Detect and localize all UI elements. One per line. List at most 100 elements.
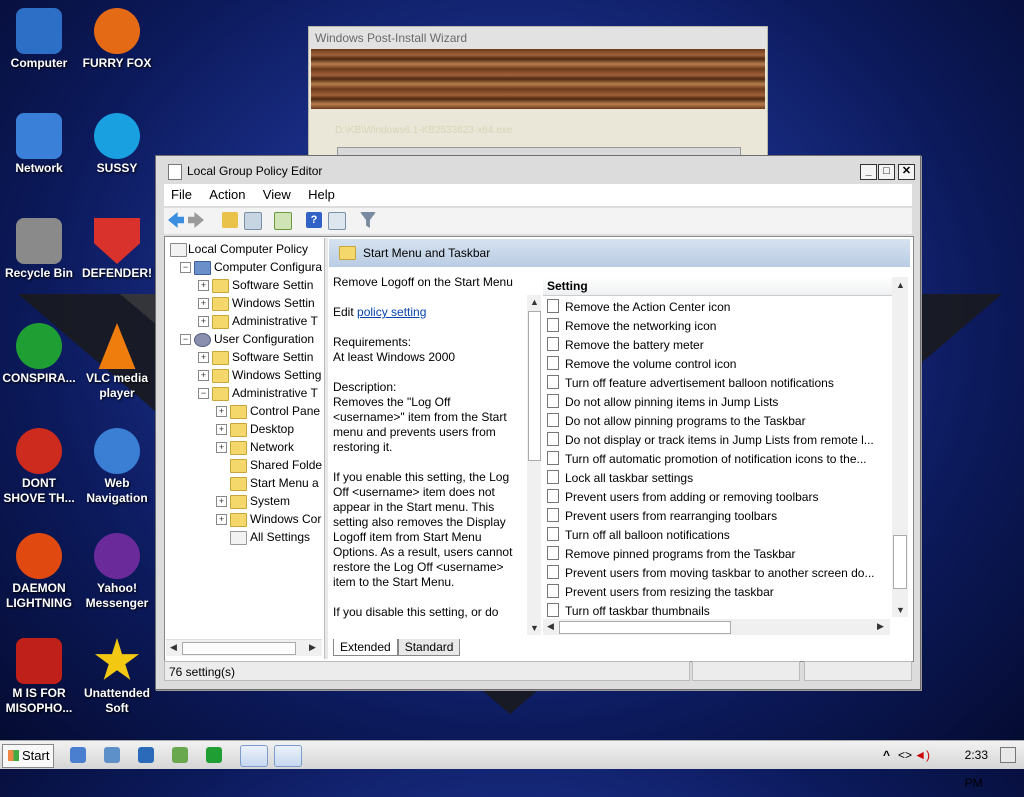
gpe-task-icon[interactable] (240, 745, 268, 767)
desktop-icon[interactable]: Network (0, 113, 78, 176)
tab-extended[interactable]: Extended (333, 639, 398, 656)
setting-row[interactable]: Remove the battery meter (545, 336, 889, 355)
setting-row[interactable]: Do not allow pinning items in Jump Lists (545, 393, 889, 412)
start-button[interactable]: Start (2, 744, 54, 768)
setting-row[interactable]: Turn off all balloon notifications (545, 526, 889, 545)
flag-icon[interactable] (1000, 747, 1016, 763)
tab-standard[interactable]: Standard (397, 639, 461, 656)
tree-hscroll[interactable]: ◀ ▶ (166, 639, 322, 656)
expand-icon[interactable]: + (216, 424, 227, 435)
ie-icon[interactable] (70, 747, 86, 763)
network-icon[interactable]: <> (898, 741, 912, 769)
expand-icon[interactable]: + (198, 316, 209, 327)
expand-icon[interactable]: + (198, 298, 209, 309)
up-folder-icon[interactable] (222, 212, 238, 228)
utorrent-icon[interactable] (206, 747, 222, 763)
expand-icon[interactable]: + (198, 280, 209, 291)
scroll-up-icon[interactable]: ▲ (896, 280, 905, 290)
setting-row[interactable]: Remove the volume control icon (545, 355, 889, 374)
wizard-window[interactable]: Windows Post-Install Wizard D:\KB\Window… (308, 26, 768, 160)
setting-row[interactable]: Turn off feature advertisement balloon n… (545, 374, 889, 393)
back-icon[interactable] (168, 212, 184, 228)
gpe-titlebar[interactable]: Local Group Policy Editor _ □ ✕ (160, 161, 915, 181)
policy-setting-icon (547, 527, 559, 541)
desktop-icon[interactable]: Web Navigation (78, 428, 156, 506)
notepad-icon[interactable] (172, 747, 188, 763)
setting-row[interactable]: Remove pinned programs from the Taskbar (545, 545, 889, 564)
scroll-right-icon[interactable]: ▶ (309, 642, 316, 653)
settings-hscroll[interactable]: ◀ ▶ (543, 619, 890, 635)
desktop-icon[interactable]: Computer (0, 8, 78, 71)
desktop-icon[interactable]: SUSSY (78, 113, 156, 176)
tree-node-label: Administrative T (232, 314, 318, 328)
policy-setting-link[interactable]: policy setting (357, 305, 426, 319)
expand-icon[interactable]: + (216, 442, 227, 453)
column-header-setting[interactable]: Setting (543, 277, 894, 296)
scroll-right-icon[interactable]: ▶ (877, 621, 884, 632)
app-task-icon[interactable] (274, 745, 302, 767)
setting-row[interactable]: Lock all taskbar settings (545, 469, 889, 488)
setting-row[interactable]: Remove the networking icon (545, 317, 889, 336)
menu-help[interactable]: Help (301, 184, 342, 205)
desktop-icon[interactable]: DONT SHOVE TH... (0, 428, 78, 506)
scroll-down-icon[interactable]: ▼ (530, 623, 539, 633)
setting-row[interactable]: Prevent users from moving taskbar to ano… (545, 564, 889, 583)
desktop-icon[interactable]: M IS FOR MISOPHO... (0, 638, 78, 716)
setting-row[interactable]: Remove the Action Center icon (545, 298, 889, 317)
setting-row[interactable]: Turn off automatic promotion of notifica… (545, 450, 889, 469)
collapse-icon[interactable]: − (180, 262, 191, 273)
pane-splitter[interactable] (324, 238, 328, 659)
close-button[interactable]: ✕ (898, 164, 915, 180)
desktop-icon[interactable]: VLC media player (78, 323, 156, 401)
scroll-left-icon[interactable]: ◀ (547, 621, 554, 632)
expand-icon[interactable]: + (198, 370, 209, 381)
desktop-icon[interactable]: CONSPIRA... (0, 323, 78, 386)
collapse-icon[interactable]: − (180, 334, 191, 345)
setting-row[interactable]: Prevent users from adding or removing to… (545, 488, 889, 507)
desktop-icon[interactable]: DEFENDER! (78, 218, 156, 281)
properties-icon[interactable] (328, 212, 346, 230)
forward-icon[interactable] (188, 212, 204, 228)
extended-vscroll-thumb[interactable] (528, 311, 541, 461)
desktop-icon[interactable]: FURRY FOX (78, 8, 156, 71)
search-icon[interactable] (138, 747, 154, 763)
help-icon[interactable]: ? (306, 212, 322, 228)
tree-node-label: Shared Folde (250, 458, 322, 472)
volume-icon[interactable]: ◄) (914, 741, 930, 769)
expand-icon[interactable]: + (216, 406, 227, 417)
menu-file[interactable]: File (164, 184, 199, 205)
export-list-icon[interactable] (274, 212, 292, 230)
scroll-down-icon[interactable]: ▼ (896, 605, 905, 615)
extended-vscroll[interactable]: ▲ ▼ (527, 295, 541, 635)
setting-row[interactable]: Prevent users from rearranging toolbars (545, 507, 889, 526)
clock[interactable]: 2:33 PM (965, 741, 988, 797)
desktop-icon[interactable]: DAEMON LIGHTNING (0, 533, 78, 611)
setting-row[interactable]: Prevent users from resizing the taskbar (545, 583, 889, 602)
filter-icon[interactable] (360, 212, 376, 228)
explorer-icon[interactable] (104, 747, 120, 763)
expand-icon[interactable]: + (198, 352, 209, 363)
chevron-up-icon[interactable]: ^ (883, 741, 890, 769)
minimize-button[interactable]: _ (860, 164, 877, 180)
collapse-icon[interactable]: − (198, 388, 209, 399)
settings-vscroll-thumb[interactable] (893, 535, 907, 589)
maximize-button[interactable]: □ (878, 164, 895, 180)
expand-icon[interactable]: + (216, 514, 227, 525)
setting-row[interactable]: Do not display or track items in Jump Li… (545, 431, 889, 450)
scroll-up-icon[interactable]: ▲ (530, 297, 539, 307)
scroll-left-icon[interactable]: ◀ (170, 642, 177, 653)
settings-vscroll[interactable]: ▲ ▼ (892, 277, 908, 617)
show-hide-tree-icon[interactable] (244, 212, 262, 230)
desktop-icon[interactable]: Unattended Soft (78, 638, 156, 716)
setting-row[interactable]: Do not allow pinning programs to the Tas… (545, 412, 889, 431)
setting-row-label: Do not allow pinning items in Jump Lists (565, 395, 779, 409)
menu-action[interactable]: Action (202, 184, 252, 205)
settings-hscroll-thumb[interactable] (559, 621, 731, 634)
desktop-icon[interactable]: Recycle Bin (0, 218, 78, 281)
expand-icon[interactable]: + (216, 496, 227, 507)
menu-view[interactable]: View (256, 184, 298, 205)
desktop-icon[interactable]: Yahoo! Messenger (78, 533, 156, 611)
tree-node-label: User Configuration (214, 332, 315, 346)
folder-icon (212, 297, 229, 311)
tree-hscroll-thumb[interactable] (182, 642, 296, 655)
